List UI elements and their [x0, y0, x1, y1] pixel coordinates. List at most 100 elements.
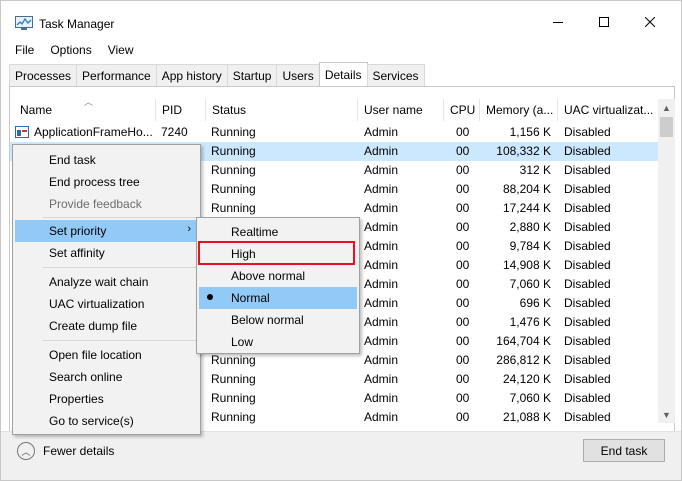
cell-uac: Disabled [564, 315, 611, 329]
menu-item-end-process-tree[interactable]: End process tree [15, 171, 199, 193]
chevron-up-icon[interactable]: ︿ [17, 442, 35, 460]
menu-item-analyze-wait-chain[interactable]: Analyze wait chain [15, 271, 199, 293]
priority-above-normal[interactable]: Above normal [199, 265, 357, 287]
menu-options[interactable]: Options [42, 41, 99, 61]
cell-user: Admin [364, 239, 399, 253]
cell-cpu: 00 [456, 239, 470, 253]
column-name[interactable]: ︿ Name [14, 99, 156, 121]
maximize-button[interactable] [581, 7, 627, 37]
scroll-down-icon[interactable]: ▼ [658, 406, 675, 423]
minimize-button[interactable] [535, 7, 581, 37]
cell-user: Admin [364, 125, 399, 139]
cell-uac: Disabled [564, 220, 611, 234]
cell-cpu: 00 [456, 372, 470, 386]
cell-cpu: 00 [456, 353, 470, 367]
menu-item-create-dump-file[interactable]: Create dump file [15, 315, 199, 337]
cell-user: Admin [364, 391, 399, 405]
cell-user: Admin [364, 201, 399, 215]
cell-status: Running [211, 201, 256, 215]
menu-item-open-file-location[interactable]: Open file location [15, 344, 199, 366]
priority-normal[interactable]: Normal [199, 287, 357, 309]
tab-details[interactable]: Details [318, 62, 368, 86]
menu-item-properties[interactable]: Properties [15, 388, 199, 410]
cell-uac: Disabled [564, 410, 611, 424]
cell-user: Admin [364, 334, 399, 348]
cell-cpu: 00 [456, 334, 470, 348]
cell-status: Running [211, 353, 256, 367]
cell-status: Running [211, 144, 256, 158]
cell-memory: 1,156 K [509, 125, 551, 139]
column-pid[interactable]: PID [156, 99, 206, 121]
cell-uac: Disabled [564, 334, 611, 348]
scroll-up-icon[interactable]: ▲ [658, 99, 675, 116]
cell-cpu: 00 [456, 201, 470, 215]
menu-item-uac-virtualization[interactable]: UAC virtualization [15, 293, 199, 315]
cell-uac: Disabled [564, 125, 611, 139]
cell-memory: 1,476 K [509, 315, 551, 329]
cell-user: Admin [364, 182, 399, 196]
menu-item-provide-feedback: Provide feedback [49, 197, 142, 211]
tab-app-history[interactable]: App history [155, 64, 228, 86]
cell-uac: Disabled [564, 258, 611, 272]
cell-memory: 312 K [519, 163, 551, 177]
table-row[interactable]: ApplicationFrameHo... 7240 Running Admin 00 1… [10, 123, 658, 142]
cell-memory: 108,332 K [496, 144, 551, 158]
cell-memory: 14,908 K [502, 258, 551, 272]
end-task-button[interactable]: End task [583, 439, 665, 462]
cell-uac: Disabled [564, 277, 611, 291]
menu-item-end-task[interactable]: End task [15, 149, 199, 171]
priority-realtime[interactable]: Realtime [199, 221, 357, 243]
cell-uac: Disabled [564, 163, 611, 177]
tab-strip: Processes Performance App history Startu… [9, 62, 425, 86]
tab-performance[interactable]: Performance [76, 64, 157, 86]
cell-memory: 24,120 K [502, 372, 551, 386]
cell-user: Admin [364, 258, 399, 272]
priority-below-normal[interactable]: Below normal [199, 309, 357, 331]
cell-uac: Disabled [564, 239, 611, 253]
column-memory[interactable]: Memory (a... [480, 99, 558, 121]
cell-name: ApplicationFrameHo... [34, 125, 153, 139]
menu-view[interactable]: View [100, 41, 142, 61]
vertical-scrollbar[interactable]: ▲ ▼ [658, 99, 675, 423]
cell-user: Admin [364, 277, 399, 291]
sort-ascending-icon: ︿ [84, 99, 94, 107]
context-menu: End task End process tree Provide feedback… [12, 144, 201, 435]
cell-memory: 164,704 K [496, 334, 551, 348]
scroll-thumb[interactable] [660, 117, 673, 137]
close-button[interactable] [627, 7, 673, 37]
menu-item-search-online[interactable]: Search online [15, 366, 199, 388]
column-status[interactable]: Status [206, 99, 358, 121]
cell-user: Admin [364, 296, 399, 310]
cell-user: Admin [364, 372, 399, 386]
cell-status: Running [211, 182, 256, 196]
menu-item-set-affinity[interactable]: Set affinity [15, 242, 199, 264]
cell-cpu: 00 [456, 220, 470, 234]
column-uac[interactable]: UAC virtualizat... [558, 99, 658, 121]
process-icon [15, 126, 29, 138]
tab-services[interactable]: Services [366, 64, 425, 86]
column-user-name[interactable]: User name [358, 99, 444, 121]
cell-memory: 2,880 K [509, 220, 551, 234]
cell-user: Admin [364, 410, 399, 424]
tab-startup[interactable]: Startup [226, 64, 278, 86]
cell-cpu: 00 [456, 163, 470, 177]
cell-cpu: 00 [456, 125, 470, 139]
cell-memory: 286,812 K [496, 353, 551, 367]
cell-cpu: 00 [456, 258, 470, 272]
menu-item-go-to-service-s[interactable]: Go to service(s) [15, 410, 199, 432]
cell-uac: Disabled [564, 201, 611, 215]
radio-dot-icon [207, 294, 213, 300]
tab-processes[interactable]: Processes [9, 64, 78, 86]
column-cpu[interactable]: CPU [444, 99, 480, 121]
cell-cpu: 00 [456, 182, 470, 196]
menu-file[interactable]: File [1, 41, 42, 61]
priority-low[interactable]: Low [199, 331, 357, 353]
cell-memory: 7,060 K [509, 391, 551, 405]
menu-bar: File Options View [1, 41, 142, 61]
menu-item-set-priority[interactable]: Set priority › [15, 220, 199, 242]
fewer-details-link[interactable]: Fewer details [43, 444, 114, 458]
cell-uac: Disabled [564, 372, 611, 386]
tab-users[interactable]: Users [276, 64, 320, 86]
cell-memory: 7,060 K [509, 277, 551, 291]
task-manager-window: Task Manager File Options View Processes… [0, 0, 682, 481]
